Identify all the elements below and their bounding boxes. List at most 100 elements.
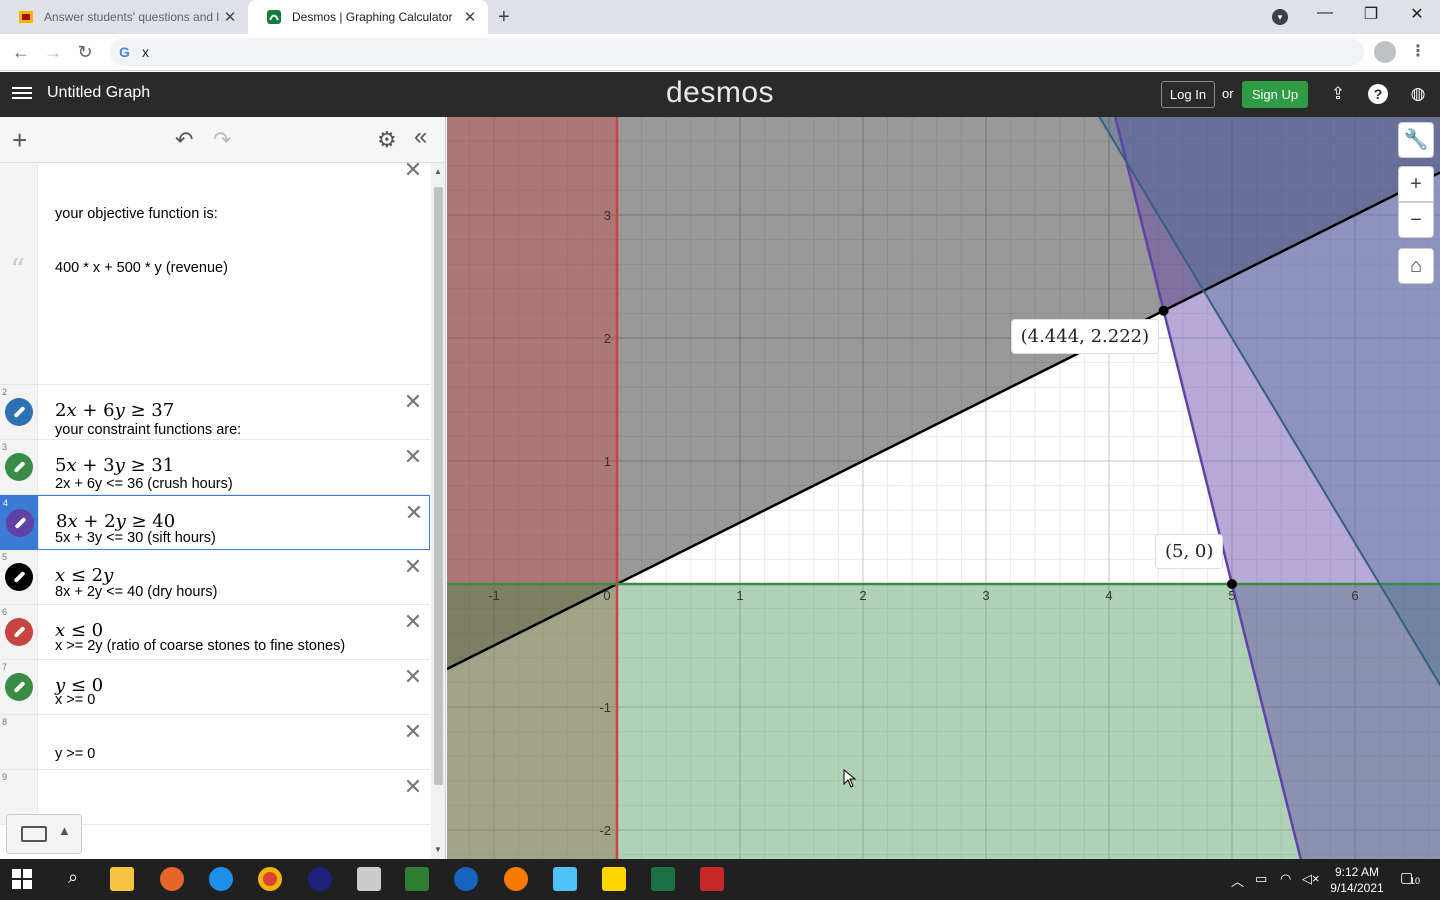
delete-expression-icon[interactable]: ✕ bbox=[402, 664, 424, 690]
back-arrow-icon[interactable]: ← bbox=[8, 39, 34, 65]
clock-time: 9:12 AM bbox=[1334, 865, 1380, 879]
battery-icon[interactable]: ▭ bbox=[1255, 871, 1267, 887]
expression-row[interactable]: 6 x ≤ 0 ✕ bbox=[0, 605, 430, 660]
point-label[interactable]: (5, 0) bbox=[1155, 534, 1224, 569]
add-item-icon[interactable]: + bbox=[12, 125, 27, 156]
tab-search-icon[interactable]: ▾ bbox=[1272, 9, 1288, 25]
scroll-up-icon[interactable]: ▲ bbox=[434, 167, 442, 176]
graph-title[interactable]: Untitled Graph bbox=[47, 84, 150, 102]
show-hidden-icons-icon[interactable]: ︿ bbox=[1231, 871, 1244, 890]
scroll-down-icon[interactable]: ▼ bbox=[434, 845, 442, 854]
delete-expression-icon[interactable]: ✕ bbox=[402, 389, 424, 415]
toggle-visibility-icon[interactable] bbox=[5, 453, 33, 481]
toggle-visibility-icon[interactable] bbox=[6, 509, 34, 537]
math-input[interactable]: 8x + 2y ≥ 40 bbox=[56, 511, 175, 532]
close-tab-icon[interactable]: ✕ bbox=[220, 8, 240, 26]
point-label[interactable]: (4.444, 2.222) bbox=[1010, 318, 1160, 354]
app-icon[interactable] bbox=[700, 867, 724, 891]
minimize-window-icon[interactable]: — bbox=[1302, 4, 1348, 22]
graph-settings-wrench-icon[interactable]: 🔧 bbox=[1398, 122, 1434, 158]
file-explorer-icon[interactable] bbox=[110, 867, 134, 891]
delete-expression-icon[interactable]: ✕ bbox=[402, 554, 424, 580]
notifications-icon[interactable]: ▢ 10 bbox=[1400, 869, 1420, 886]
note-line bbox=[55, 367, 345, 385]
graph-canvas[interactable]: -1 0 1 2 3 4 5 6 3 2 1 -1 -2 bbox=[447, 117, 1440, 859]
math-input[interactable]: 2x + 6y ≥ 37 bbox=[55, 400, 174, 421]
note-item[interactable]: “ your objective function is: 400 * x + … bbox=[0, 157, 430, 762]
login-button[interactable]: Log In bbox=[1161, 81, 1215, 108]
expression-row[interactable]: 3 5x + 3y ≥ 31 ✕ bbox=[0, 440, 430, 495]
expression-row[interactable]: 7 y ≤ 0 ✕ bbox=[0, 660, 430, 715]
browser-tab-bar: Answer students' questions and l ✕ Desmo… bbox=[0, 0, 1440, 34]
zoom-out-icon[interactable]: − bbox=[1398, 202, 1434, 238]
browser-tab-answer-questions[interactable]: Answer students' questions and l ✕ bbox=[0, 0, 248, 34]
sticky-notes-icon[interactable] bbox=[602, 867, 626, 891]
more-menu-icon[interactable]: ⋮ bbox=[1410, 41, 1426, 61]
reload-icon[interactable]: ↻ bbox=[72, 39, 98, 65]
app-icon[interactable] bbox=[405, 867, 429, 891]
clock[interactable]: 9:12 AM 9/14/2021 bbox=[1322, 864, 1392, 896]
search-icon[interactable]: ⌕ bbox=[61, 867, 85, 891]
expression-row[interactable]: 5 x ≤ 2y ✕ bbox=[0, 550, 430, 605]
toggle-visibility-icon[interactable] bbox=[5, 673, 33, 701]
share-icon[interactable]: ⇪ bbox=[1327, 83, 1349, 105]
excel-icon[interactable] bbox=[651, 867, 675, 891]
expression-row[interactable]: 8 ✕ bbox=[0, 715, 430, 770]
delete-expression-icon[interactable]: ✕ bbox=[402, 609, 424, 635]
keyboard-toggle-button[interactable]: ▲ bbox=[6, 814, 82, 854]
toggle-visibility-icon[interactable] bbox=[5, 398, 33, 426]
redo-icon[interactable]: ↷ bbox=[213, 127, 231, 153]
app-icon[interactable] bbox=[209, 867, 233, 891]
y-tick-label: -2 bbox=[599, 823, 611, 838]
collapse-panel-icon[interactable]: « bbox=[414, 123, 427, 151]
app-icon[interactable] bbox=[553, 867, 577, 891]
help-icon[interactable]: ? bbox=[1368, 84, 1388, 104]
expression-row[interactable]: 4 8x + 2y ≥ 40 ✕ bbox=[0, 495, 430, 550]
delete-expression-icon[interactable]: ✕ bbox=[402, 719, 424, 745]
desmos-logo: desmos bbox=[665, 76, 775, 109]
app-icon[interactable] bbox=[454, 867, 478, 891]
undo-icon[interactable]: ↶ bbox=[175, 127, 193, 153]
restore-window-icon[interactable]: ❐ bbox=[1348, 4, 1394, 24]
volume-muted-icon[interactable]: ◁× bbox=[1302, 871, 1320, 887]
delete-expression-icon[interactable]: ✕ bbox=[402, 157, 424, 183]
toggle-visibility-icon[interactable] bbox=[5, 618, 33, 646]
close-window-icon[interactable]: ✕ bbox=[1394, 4, 1440, 24]
desmos-favicon-icon bbox=[267, 10, 281, 24]
menu-hamburger-icon[interactable] bbox=[12, 84, 32, 104]
app-icon[interactable] bbox=[357, 867, 381, 891]
scroll-thumb[interactable] bbox=[434, 187, 443, 785]
default-viewport-home-icon[interactable]: ⌂ bbox=[1398, 248, 1434, 284]
browser-address-bar: ← → ↻ G x ⋮ bbox=[0, 34, 1440, 71]
settings-gear-icon[interactable]: ⚙ bbox=[377, 127, 397, 153]
math-token: + 6 bbox=[76, 400, 115, 421]
profile-avatar[interactable] bbox=[1374, 41, 1396, 63]
chrome-icon[interactable] bbox=[258, 867, 282, 891]
panel-scrollbar[interactable]: ▲ ▼ bbox=[431, 163, 445, 859]
toggle-visibility-icon[interactable] bbox=[5, 563, 33, 591]
app-icon[interactable] bbox=[160, 867, 184, 891]
wifi-icon[interactable]: ◠ bbox=[1280, 871, 1291, 887]
signup-button[interactable]: Sign Up bbox=[1242, 81, 1308, 108]
math-input[interactable]: x ≤ 0 bbox=[55, 620, 103, 641]
app-icon[interactable] bbox=[504, 867, 528, 891]
math-input[interactable]: y ≤ 0 bbox=[55, 675, 103, 696]
math-input[interactable]: x ≤ 2y bbox=[55, 565, 113, 586]
close-tab-icon[interactable]: ✕ bbox=[460, 8, 480, 26]
delete-expression-icon[interactable]: ✕ bbox=[402, 444, 424, 470]
delete-expression-icon[interactable]: ✕ bbox=[403, 500, 425, 526]
expression-row[interactable]: 2 2x + 6y ≥ 37 ✕ bbox=[0, 385, 430, 440]
math-input[interactable]: 5x + 3y ≥ 31 bbox=[55, 455, 174, 476]
expression-gutter: 7 bbox=[0, 660, 38, 714]
app-icon[interactable] bbox=[308, 867, 332, 891]
zoom-in-icon[interactable]: + bbox=[1398, 166, 1434, 202]
language-globe-icon[interactable]: ◍ bbox=[1407, 83, 1429, 105]
url-input[interactable]: G x bbox=[110, 38, 1364, 66]
browser-tab-desmos[interactable]: Desmos | Graphing Calculator ✕ bbox=[248, 0, 488, 34]
forward-arrow-icon[interactable]: → bbox=[40, 39, 66, 65]
graph-paper[interactable]: -1 0 1 2 3 4 5 6 3 2 1 -1 -2 🔧 + − ⌂ (4.444, 2.222) … bbox=[447, 117, 1440, 859]
new-tab-button[interactable]: + bbox=[498, 6, 510, 29]
windows-start-icon[interactable] bbox=[12, 869, 32, 889]
delete-expression-icon[interactable]: ✕ bbox=[402, 774, 424, 800]
math-token: + 2 bbox=[77, 511, 116, 532]
